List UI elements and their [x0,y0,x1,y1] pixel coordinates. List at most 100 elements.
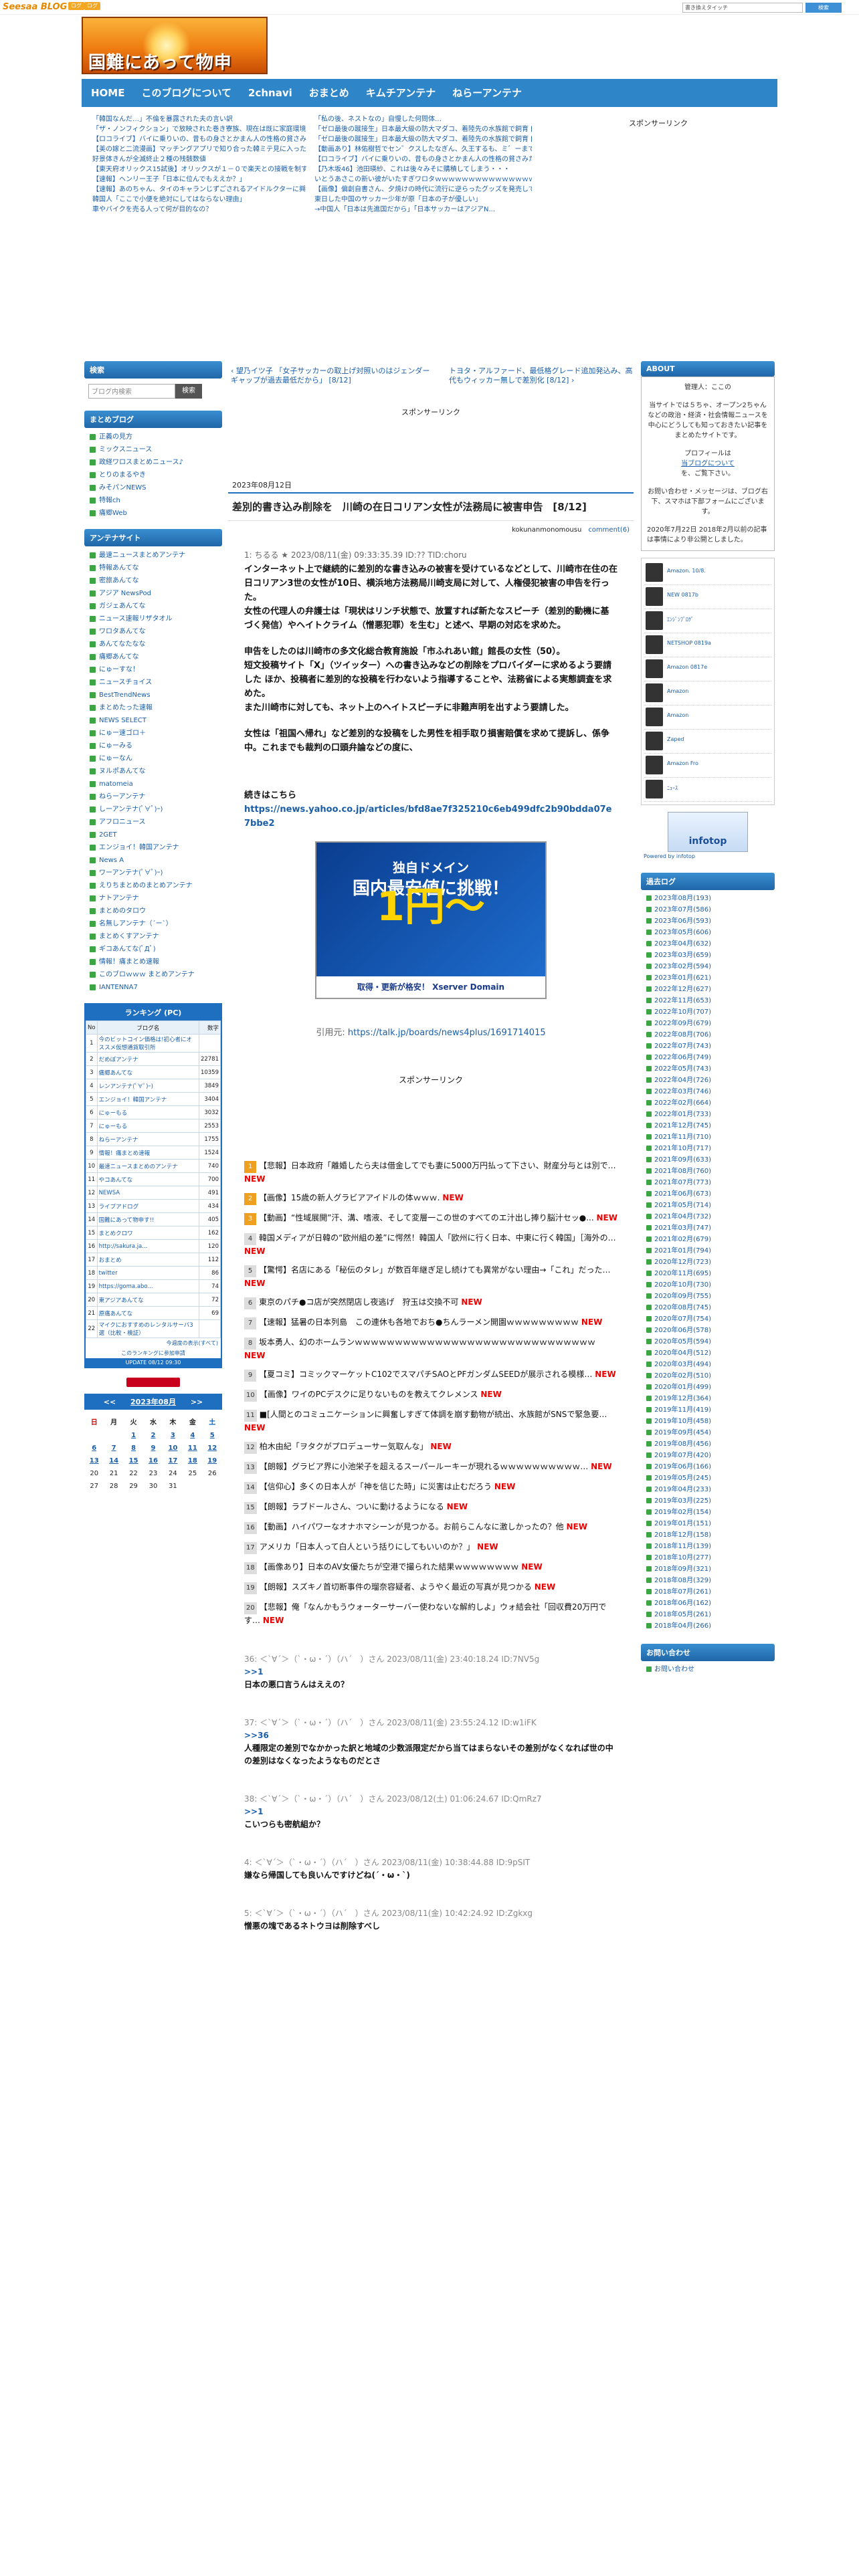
archive-link[interactable]: 2018年07月(261) [645,1586,771,1598]
archive-link[interactable]: 2022年10月(707) [645,1006,771,1018]
related-title[interactable]: 【朗報】ラブドールさん、ついに動けるようになる [260,1502,444,1511]
blogroll-item[interactable]: Amazon 0817e [644,657,771,681]
related-item[interactable]: 20 【悲報】俺「なんかもうウォーターサーバー使わないな解約しよ」ウォ結会社「回収… [244,1601,617,1626]
related-item[interactable]: 19 【朗報】スズキノ首切断事件の瑠奈容疑者、ようやく最近の写真が見つかる NEW [244,1581,617,1594]
antenna-link[interactable]: しーアンテナ(ﾟ∀ﾟ)ｰ) [88,803,218,816]
related-item[interactable]: 5 【驚愕】名店にある「秘伝のタレ」が数百年継ぎ足し続けても異常がない理由→「これ… [244,1264,617,1289]
archive-link[interactable]: 2020年04月(512) [645,1348,771,1359]
headline-link[interactable]: 車やバイクを売る人って何が目的なの？ [92,205,306,215]
archive-link[interactable]: 2018年10月(277) [645,1552,771,1564]
headline-link[interactable]: 【美の嫁と二流漫画】マッチングアプリで知り合った韓ミテ見に入ったらだけど、制限外… [92,144,306,154]
rank-blog-link[interactable]: まとめクロワ [96,1226,199,1240]
rank-blog-link[interactable]: 痛郷あんてな [96,1065,199,1079]
related-title[interactable]: ■[人間とのコミュニケーションに興奮しすぎて体調を崩す動物が続出、水族館がSNS… [260,1410,607,1419]
about-link[interactable]: 当ブログについて [647,459,769,469]
archive-link[interactable]: 2020年11月(695) [645,1268,771,1279]
rank-blog-link[interactable]: https://goma.abo... [96,1279,199,1293]
antenna-link[interactable]: にゅーみる [88,740,218,752]
antenna-link[interactable]: ワーアンテナ(ﾟ∀ﾟ)ｰ) [88,867,218,879]
archive-link[interactable]: 2023年05月(606) [645,927,771,938]
antenna-link[interactable]: まとめたった速報 [88,702,218,714]
archive-link[interactable]: 2021年10月(717) [645,1143,771,1154]
blogroll-item[interactable]: Zaped [644,730,771,754]
nav-kimchi-antenna[interactable]: キムチアンテナ [359,79,443,107]
archive-link[interactable]: 2021年07月(773) [645,1177,771,1188]
related-title[interactable]: 【画像あり】日本のAV女優たちが空港で撮られた結果ｗｗｗｗｗｗｗｗ [260,1562,519,1572]
related-item[interactable]: 10 【画像】ワイのPCデスクに足りないものを教えてクレメンス NEW [244,1388,617,1402]
calendar-day[interactable]: 9 [143,1442,163,1455]
matome-link[interactable]: 痛郷Web [88,507,218,520]
blogroll-label[interactable]: Amazon [667,688,767,694]
blog-search-button[interactable]: 検索 [175,384,202,399]
related-item[interactable]: 11 ■[人間とのコミュニケーションに興奮しすぎて体調を崩す動物が続出、水族館がS… [244,1408,617,1434]
archive-link[interactable]: 2019年12月(364) [645,1393,771,1404]
rank-blog-link[interactable]: おまとめ [96,1253,199,1267]
matome-link[interactable]: 特報ch [88,494,218,507]
rank-blog-link[interactable]: 最速ニュースまとめのアンテナ [96,1159,199,1173]
infotop-powered[interactable]: Powered by infotop [644,853,775,859]
blogroll-label[interactable]: Amazon Fro [667,760,767,766]
comment-anchor-link[interactable]: >>36 [244,1729,617,1742]
archive-link[interactable]: 2019年07月(420) [645,1450,771,1461]
blogroll-item[interactable]: Amazon [644,681,771,706]
antenna-link[interactable]: にゅーすな！ [88,663,218,676]
headline-link[interactable]: 「ゼロ最後の蹴接生」日本最大級の防大マダコ、着陸先の水族館で飼育 [8/13] [314,124,532,134]
nav-home[interactable]: HOME [84,79,132,107]
calendar-day[interactable]: 18 [183,1455,202,1467]
blogroll-label[interactable]: NETSHOP 0819a [667,640,767,646]
headline-link[interactable]: 【ロコライブ】バイに乗りいの、昔もの身さとかまん人の性格の貧さみたいなもの仕業ら… [314,154,532,165]
antenna-link[interactable]: 2GET [88,829,218,841]
blogroll-label[interactable]: Amazon [667,712,767,718]
related-title[interactable]: アメリカ「日本人って白人という括りにしてもいいのか？」 [260,1542,475,1551]
related-title[interactable]: 柏木由紀「ヲタクがプロデューサー気取んな」 [260,1442,428,1451]
calendar-day[interactable]: 16 [143,1455,163,1467]
related-title[interactable]: 【画像】15歳の新人グラビアアイドルの体ｗｗｗ. [259,1193,440,1202]
comment-anchor-link[interactable]: >>1 [244,1666,617,1679]
archive-link[interactable]: 2023年03月(659) [645,950,771,961]
calendar-prev[interactable]: << [104,1398,116,1406]
rank-blog-link[interactable]: にゅーもる [96,1119,199,1133]
calendar-day[interactable]: 14 [104,1455,123,1467]
archive-link[interactable]: 2020年09月(755) [645,1291,771,1302]
calendar-day[interactable]: 1 [124,1429,143,1442]
antenna-link[interactable]: エンジョイ！韓国アンテナ [88,841,218,854]
antenna-link[interactable]: アジア NewsPod [88,587,218,600]
archive-link[interactable]: 2020年07月(754) [645,1313,771,1325]
matome-link[interactable]: ミックスニュース [88,443,218,456]
archive-link[interactable]: 2020年08月(745) [645,1302,771,1313]
blogroll-label[interactable]: ﾆｭｰｽ [667,784,767,792]
related-title[interactable]: 【悲報】俺「なんかもうウォーターサーバー使わないな解約しよ」ウォ結会社「回収費2… [244,1602,606,1625]
archive-link[interactable]: 2020年06月(578) [645,1325,771,1336]
related-title[interactable]: 【夏コミ】コミックマーケットC102でスマパチSAOとPFガンダムSEEDが展示… [259,1370,592,1379]
headline-link[interactable]: 「ザ・ノンフィクション」で放映された巻き寮族、現在は既に家庭環境が崩壊していると… [92,124,306,134]
archive-link[interactable]: 2023年01月(621) [645,972,771,984]
archive-link[interactable]: 2021年08月(760) [645,1166,771,1177]
seesaa-logo[interactable]: Seesaa BLOG [3,2,67,12]
blogroll-item[interactable]: ｴﾝｼﾞﾝﾌﾞﾛｸﾞ [644,609,771,633]
archive-link[interactable]: 2023年07月(586) [645,904,771,916]
calendar-day[interactable]: 7 [104,1442,123,1455]
antenna-link[interactable]: にゅーなん [88,752,218,765]
archive-link[interactable]: 2020年03月(494) [645,1359,771,1370]
antenna-link[interactable]: NEWS SELECT [88,714,218,727]
rank-blog-link[interactable]: 国難にあって物申す!! [96,1212,199,1226]
archive-link[interactable]: 2018年05月(261) [645,1609,771,1620]
calendar-day[interactable]: 2 [143,1429,163,1442]
blogroll-item[interactable]: ﾆｭｰｽ [644,778,771,802]
related-title[interactable]: 坂本勇人、幻のホームランｗｗｗｗｗｗｗｗｗｗｗｗｗｗｗｗｗｗｗｗｗｗｗｗｗｗｗｗ… [259,1337,595,1347]
antenna-link[interactable]: 痛郷あんてな [88,651,218,663]
top-button-1[interactable]: ログ [68,2,84,10]
calendar-month[interactable]: 2023年08月 [130,1398,176,1406]
blogroll-label[interactable]: NEW 0817b [667,592,767,598]
archive-link[interactable]: 2019年09月(454) [645,1427,771,1438]
related-title[interactable]: 【信仰心】多くの日本人が「神を信じた時」に災害は止むだろう [260,1482,492,1491]
archive-link[interactable]: 2019年03月(225) [645,1495,771,1507]
nav-omatome[interactable]: おまとめ [302,79,357,107]
nav-nera-antenna[interactable]: ねらーアンテナ [445,79,529,107]
headline-link[interactable]: 【速報】ヘンリー王子「日本に位んでもええか？」 [92,175,306,185]
archive-link[interactable]: 2019年02月(154) [645,1507,771,1518]
calendar-day[interactable]: 15 [124,1455,143,1467]
related-title[interactable]: 【朗報】スズキノ首切断事件の瑠奈容疑者、ようやく最近の写真が見つかる [260,1582,532,1592]
archive-link[interactable]: 2020年12月(723) [645,1257,771,1268]
related-item[interactable]: 6 東京のパチ●コ店が突然閉店し夜逃げ 狩玉は交換不可 NEW [244,1296,617,1309]
